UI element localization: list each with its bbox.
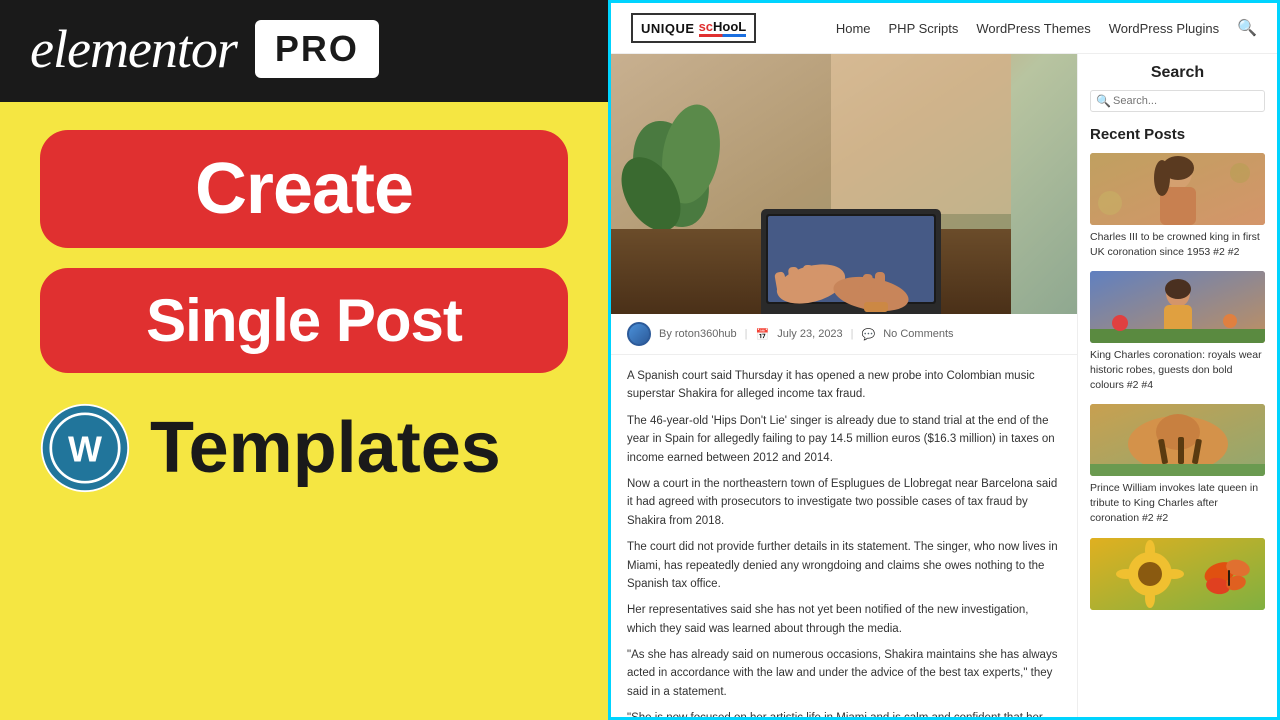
article-para-6: "As she has already said on numerous occ… [627, 646, 1061, 701]
recent-post-caption-2: King Charles coronation: royals wear his… [1090, 348, 1265, 392]
article-area: By roton360hub | 📅 July 23, 2023 | 💬 No … [611, 54, 1077, 717]
recent-post-caption-3: Prince William invokes late queen in tri… [1090, 481, 1265, 525]
recent-post-caption-1: Charles III to be crowned king in first … [1090, 230, 1265, 259]
left-content: Create Single Post W Templates [0, 102, 608, 531]
article-comments: No Comments [883, 328, 953, 340]
article-body: A Spanish court said Thursday it has ope… [611, 355, 1077, 717]
right-panel: UNIQUE sc HooL Home PHP Scripts WordPres… [608, 0, 1280, 720]
recent-post-image-4 [1090, 538, 1265, 610]
wp-logo-icon: W [40, 403, 130, 493]
meta-separator-1: | [745, 328, 748, 340]
article-para-5: Her representatives said she has not yet… [627, 601, 1061, 638]
article-para-7: "She is now focused on her artistic life… [627, 709, 1061, 717]
nav-wp-plugins[interactable]: WordPress Plugins [1109, 21, 1219, 36]
elementor-header: elementor PRO [0, 0, 608, 102]
article-date: 📅 [756, 328, 770, 341]
article-hero-image [611, 54, 1077, 314]
article-date-text: July 23, 2023 [777, 328, 842, 340]
article-para-2: The 46-year-old 'Hips Don't Lie' singer … [627, 412, 1061, 467]
author-avatar [627, 322, 651, 346]
sidebar-search-title: Search [1090, 64, 1265, 82]
site-nav: Home PHP Scripts WordPress Themes WordPr… [836, 18, 1257, 38]
recent-post-image-1 [1090, 153, 1265, 225]
recent-post-1: Charles III to be crowned king in first … [1090, 153, 1265, 259]
nav-wp-themes[interactable]: WordPress Themes [976, 21, 1090, 36]
recent-post-4 [1090, 538, 1265, 610]
site-logo: UNIQUE sc HooL [631, 13, 756, 43]
article-para-1: A Spanish court said Thursday it has ope… [627, 367, 1061, 404]
sidebar-search-input[interactable] [1090, 90, 1265, 112]
logo-hool: HooL [713, 19, 746, 34]
meta-separator-2: | [851, 328, 854, 340]
article-para-4: The court did not provide further detail… [627, 538, 1061, 593]
article-meta: By roton360hub | 📅 July 23, 2023 | 💬 No … [611, 314, 1077, 355]
search-wrap[interactable]: 🔍 [1090, 90, 1265, 112]
logo-unique-text: UNIQUE [641, 21, 695, 36]
templates-row: W Templates [40, 393, 568, 503]
recent-post-image-3 [1090, 404, 1265, 476]
left-panel: elementor PRO Create Single Post W Templ… [0, 0, 608, 720]
single-post-button: Single Post [40, 268, 568, 373]
recent-post-2: King Charles coronation: royals wear his… [1090, 271, 1265, 392]
templates-text: Templates [150, 407, 501, 489]
recent-post-image-2 [1090, 271, 1265, 343]
logo-bar [699, 34, 747, 37]
logo-sc: sc [699, 19, 713, 34]
sidebar-search-icon: 🔍 [1096, 94, 1111, 108]
svg-text:W: W [68, 429, 102, 470]
search-icon[interactable]: 🔍 [1237, 18, 1257, 38]
article-comments-icon: 💬 [862, 328, 876, 341]
elementor-title: elementor [30, 18, 237, 80]
recent-posts-title: Recent Posts [1090, 126, 1265, 143]
pro-badge: PRO [255, 20, 379, 78]
recent-post-3: Prince William invokes late queen in tri… [1090, 404, 1265, 525]
site-header: UNIQUE sc HooL Home PHP Scripts WordPres… [611, 3, 1277, 54]
author-name: By roton360hub [659, 328, 737, 340]
nav-php-scripts[interactable]: PHP Scripts [889, 21, 959, 36]
logo-school-wrap: sc HooL [699, 19, 747, 37]
site-body: By roton360hub | 📅 July 23, 2023 | 💬 No … [611, 54, 1277, 717]
sidebar: Search 🔍 Recent Posts [1077, 54, 1277, 717]
create-button: Create [40, 130, 568, 248]
article-para-3: Now a court in the northeastern town of … [627, 475, 1061, 530]
nav-home[interactable]: Home [836, 21, 871, 36]
